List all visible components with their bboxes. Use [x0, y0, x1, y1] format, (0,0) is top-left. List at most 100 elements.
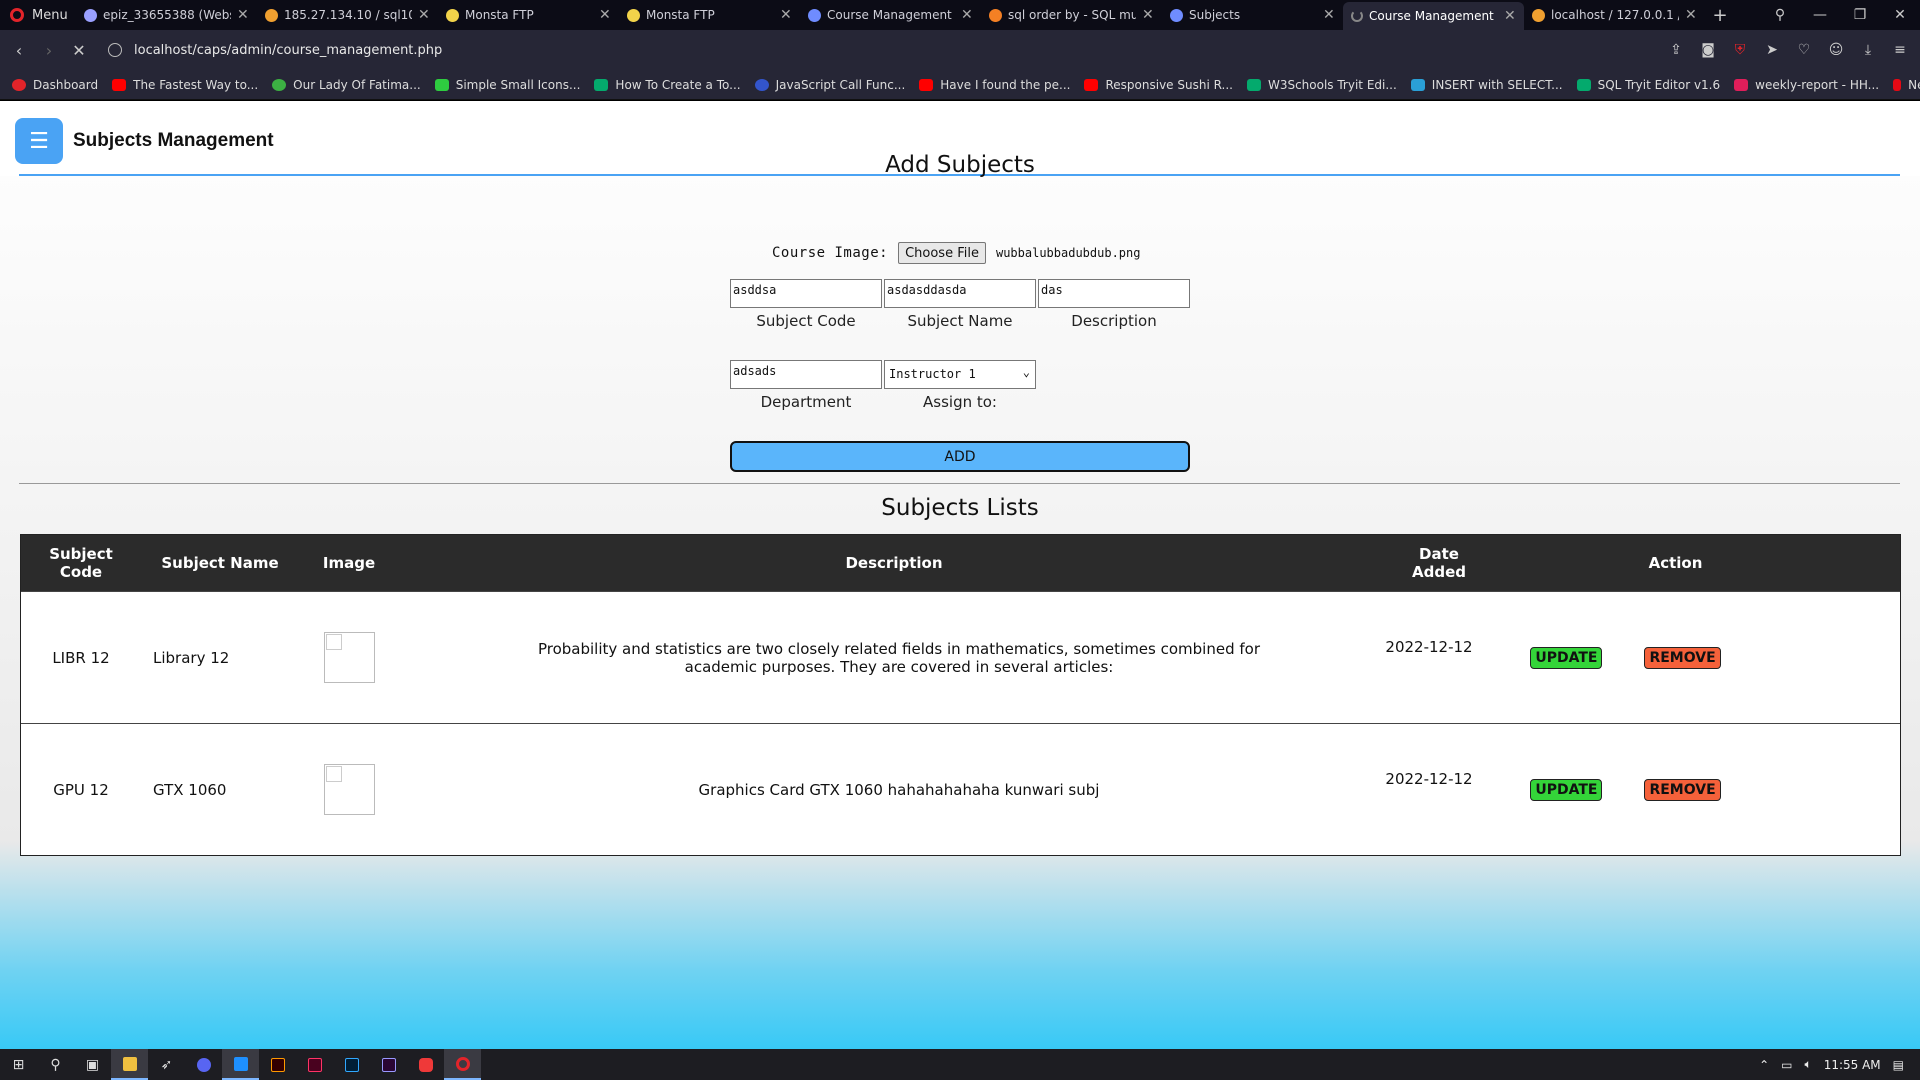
w3schools-icon	[1246, 78, 1261, 91]
windows-start-icon[interactable]: ⊞	[0, 1049, 37, 1080]
close-window-icon[interactable]: ✕	[1880, 0, 1920, 30]
stop-loading-icon[interactable]: ✕	[64, 41, 94, 60]
add-button[interactable]: ADD	[730, 441, 1190, 472]
network-icon[interactable]: ▭	[1781, 1058, 1792, 1072]
tab-2[interactable]: Monsta FTP ✕	[438, 0, 619, 30]
vivaldi-icon[interactable]	[407, 1049, 444, 1080]
bookmark-label: SQL Tryit Editor v1.6	[1597, 77, 1721, 92]
remove-button[interactable]: REMOVE	[1644, 646, 1721, 669]
send-icon[interactable]: ➤	[1758, 42, 1786, 58]
col-description: Description	[845, 554, 943, 572]
file-explorer-icon[interactable]	[111, 1049, 148, 1080]
close-tab-icon[interactable]: ✕	[961, 7, 973, 23]
bookmark-item[interactable]: Netflix Jobs	[1893, 78, 1920, 92]
subject-name-input[interactable]: asdasddasda	[884, 279, 1036, 308]
notifications-icon[interactable]: ▤	[1893, 1058, 1904, 1072]
vscode-icon[interactable]	[222, 1049, 259, 1080]
download-icon[interactable]: ⤓	[1854, 42, 1882, 58]
site-info-icon[interactable]	[108, 43, 122, 57]
bookmark-item[interactable]: W3Schools Tryit Edi...	[1246, 78, 1397, 92]
bookmark-item[interactable]: weekly-report - HH...	[1734, 78, 1879, 92]
premiere-icon[interactable]	[370, 1049, 407, 1080]
search-tabs-icon[interactable]: ⚲	[1760, 0, 1800, 30]
restore-icon[interactable]: ❐	[1840, 0, 1880, 30]
table-row: GPU 12 GTX 1060 Graphics Card GTX 1060 h…	[21, 723, 1900, 855]
bookmark-label: weekly-report - HH...	[1755, 77, 1880, 92]
bookmark-item[interactable]: Have I found the pe...	[919, 78, 1070, 92]
share-icon[interactable]: ⇪	[1662, 42, 1690, 58]
new-tab-button[interactable]: +	[1705, 0, 1735, 30]
tab-title: Course Management	[827, 8, 952, 22]
bookmark-item[interactable]: The Fastest Way to...	[112, 78, 258, 92]
opera-taskbar-icon[interactable]	[444, 1049, 481, 1080]
tab-6[interactable]: Subjects ✕	[1162, 0, 1343, 30]
windows-taskbar: ⊞ ⚲ ▣ ➶ ⌃ ▭ 🔈︎ 11:55 AM ▤	[0, 1049, 1920, 1080]
cell-description: Probability and statistics are two close…	[537, 639, 1260, 676]
slack-icon	[1734, 78, 1749, 91]
section-divider	[19, 483, 1900, 484]
close-tab-icon[interactable]: ✕	[418, 7, 430, 23]
task-view-icon[interactable]: ▣	[74, 1049, 111, 1080]
close-tab-icon[interactable]: ✕	[1685, 7, 1697, 23]
close-tab-icon[interactable]: ✕	[1504, 8, 1516, 24]
discord-icon[interactable]	[185, 1049, 222, 1080]
url-field[interactable]: localhost/caps/admin/course_management.p…	[134, 43, 442, 58]
bookmark-item[interactable]: SQL Tryit Editor v1.6	[1576, 77, 1721, 92]
chevron-up-icon[interactable]: ⌃	[1759, 1058, 1769, 1072]
back-icon[interactable]: ‹	[4, 41, 34, 60]
remove-button[interactable]: REMOVE	[1644, 778, 1721, 801]
assign-to-select[interactable]: Instructor 1 ⌄	[884, 360, 1036, 389]
bookmark-item[interactable]: Responsive Sushi R...	[1084, 78, 1233, 92]
tab-title: Monsta FTP	[465, 8, 534, 22]
close-tab-icon[interactable]: ✕	[1142, 7, 1154, 23]
close-tab-icon[interactable]: ✕	[1323, 7, 1335, 23]
tab-0[interactable]: epiz_33655388 (Website ✕	[76, 0, 257, 30]
close-tab-icon[interactable]: ✕	[237, 7, 249, 23]
opera-menu-button[interactable]: Menu	[0, 0, 76, 30]
bookmark-item[interactable]: Dashboard	[12, 78, 98, 92]
account-icon[interactable]: ☺	[1822, 42, 1850, 58]
update-button[interactable]: UPDATE	[1530, 646, 1603, 669]
minimize-icon[interactable]: —	[1800, 0, 1840, 30]
indesign-icon[interactable]	[296, 1049, 333, 1080]
address-bar: ‹ › ✕ localhost/caps/admin/course_manage…	[0, 30, 1920, 70]
close-tab-icon[interactable]: ✕	[599, 7, 611, 23]
bookmark-item[interactable]: INSERT with SELECT...	[1410, 78, 1563, 92]
subject-code-input[interactable]: asddsa	[730, 279, 882, 308]
cell-subject-code: GPU 12	[53, 780, 109, 799]
snapshot-icon[interactable]: ◙	[1694, 42, 1722, 58]
search-icon[interactable]: ⚲	[37, 1049, 74, 1080]
department-input[interactable]: adsads	[730, 360, 882, 389]
illustrator-icon[interactable]	[259, 1049, 296, 1080]
heart-icon[interactable]: ♡	[1790, 42, 1818, 58]
clock[interactable]: 11:55 AM	[1824, 1058, 1881, 1072]
close-tab-icon[interactable]: ✕	[780, 7, 792, 23]
bookmark-item[interactable]: JavaScript Call Func...	[754, 78, 905, 92]
bookmark-item[interactable]: Simple Small Icons...	[434, 78, 580, 92]
tab-5[interactable]: sql order by - SQL multi ✕	[981, 0, 1162, 30]
photoshop-icon[interactable]	[333, 1049, 370, 1080]
tab-8[interactable]: localhost / 127.0.0.1 / ca ✕	[1524, 0, 1705, 30]
easy-setup-icon[interactable]: ≡	[1886, 42, 1914, 58]
tab-title: localhost / 127.0.0.1 / ca	[1551, 8, 1679, 22]
course-image-row: Course Image: Choose File wubbalubbadubd…	[772, 242, 1140, 264]
bookmark-item[interactable]: How To Create a To...	[594, 78, 741, 92]
col-date-added: Date Added	[1412, 545, 1466, 581]
bookmark-favicon-icon	[434, 78, 449, 91]
choose-file-button[interactable]: Choose File	[898, 242, 986, 264]
tab-1[interactable]: 185.27.134.10 / sql108.e ✕	[257, 0, 438, 30]
forward-icon[interactable]: ›	[34, 41, 64, 60]
update-button[interactable]: UPDATE	[1530, 778, 1603, 801]
table-header: Subject Code Subject Name Image Descript…	[21, 535, 1900, 591]
volume-icon[interactable]: 🔈︎	[1804, 1057, 1811, 1072]
pointer-app-icon[interactable]: ➶	[148, 1049, 185, 1080]
menu-label: Menu	[32, 7, 68, 23]
bookmark-item[interactable]: Our Lady Of Fatima...	[272, 78, 421, 92]
tab-title: Monsta FTP	[646, 8, 715, 22]
tab-3[interactable]: Monsta FTP ✕	[619, 0, 800, 30]
description-input[interactable]: das	[1038, 279, 1190, 308]
adblock-shield-icon[interactable]: ⛨	[1726, 42, 1754, 58]
chevron-down-icon: ⌄	[1022, 365, 1030, 379]
tab-4[interactable]: Course Management ✕	[800, 0, 981, 30]
tab-7-active[interactable]: Course Management ✕	[1343, 2, 1524, 30]
